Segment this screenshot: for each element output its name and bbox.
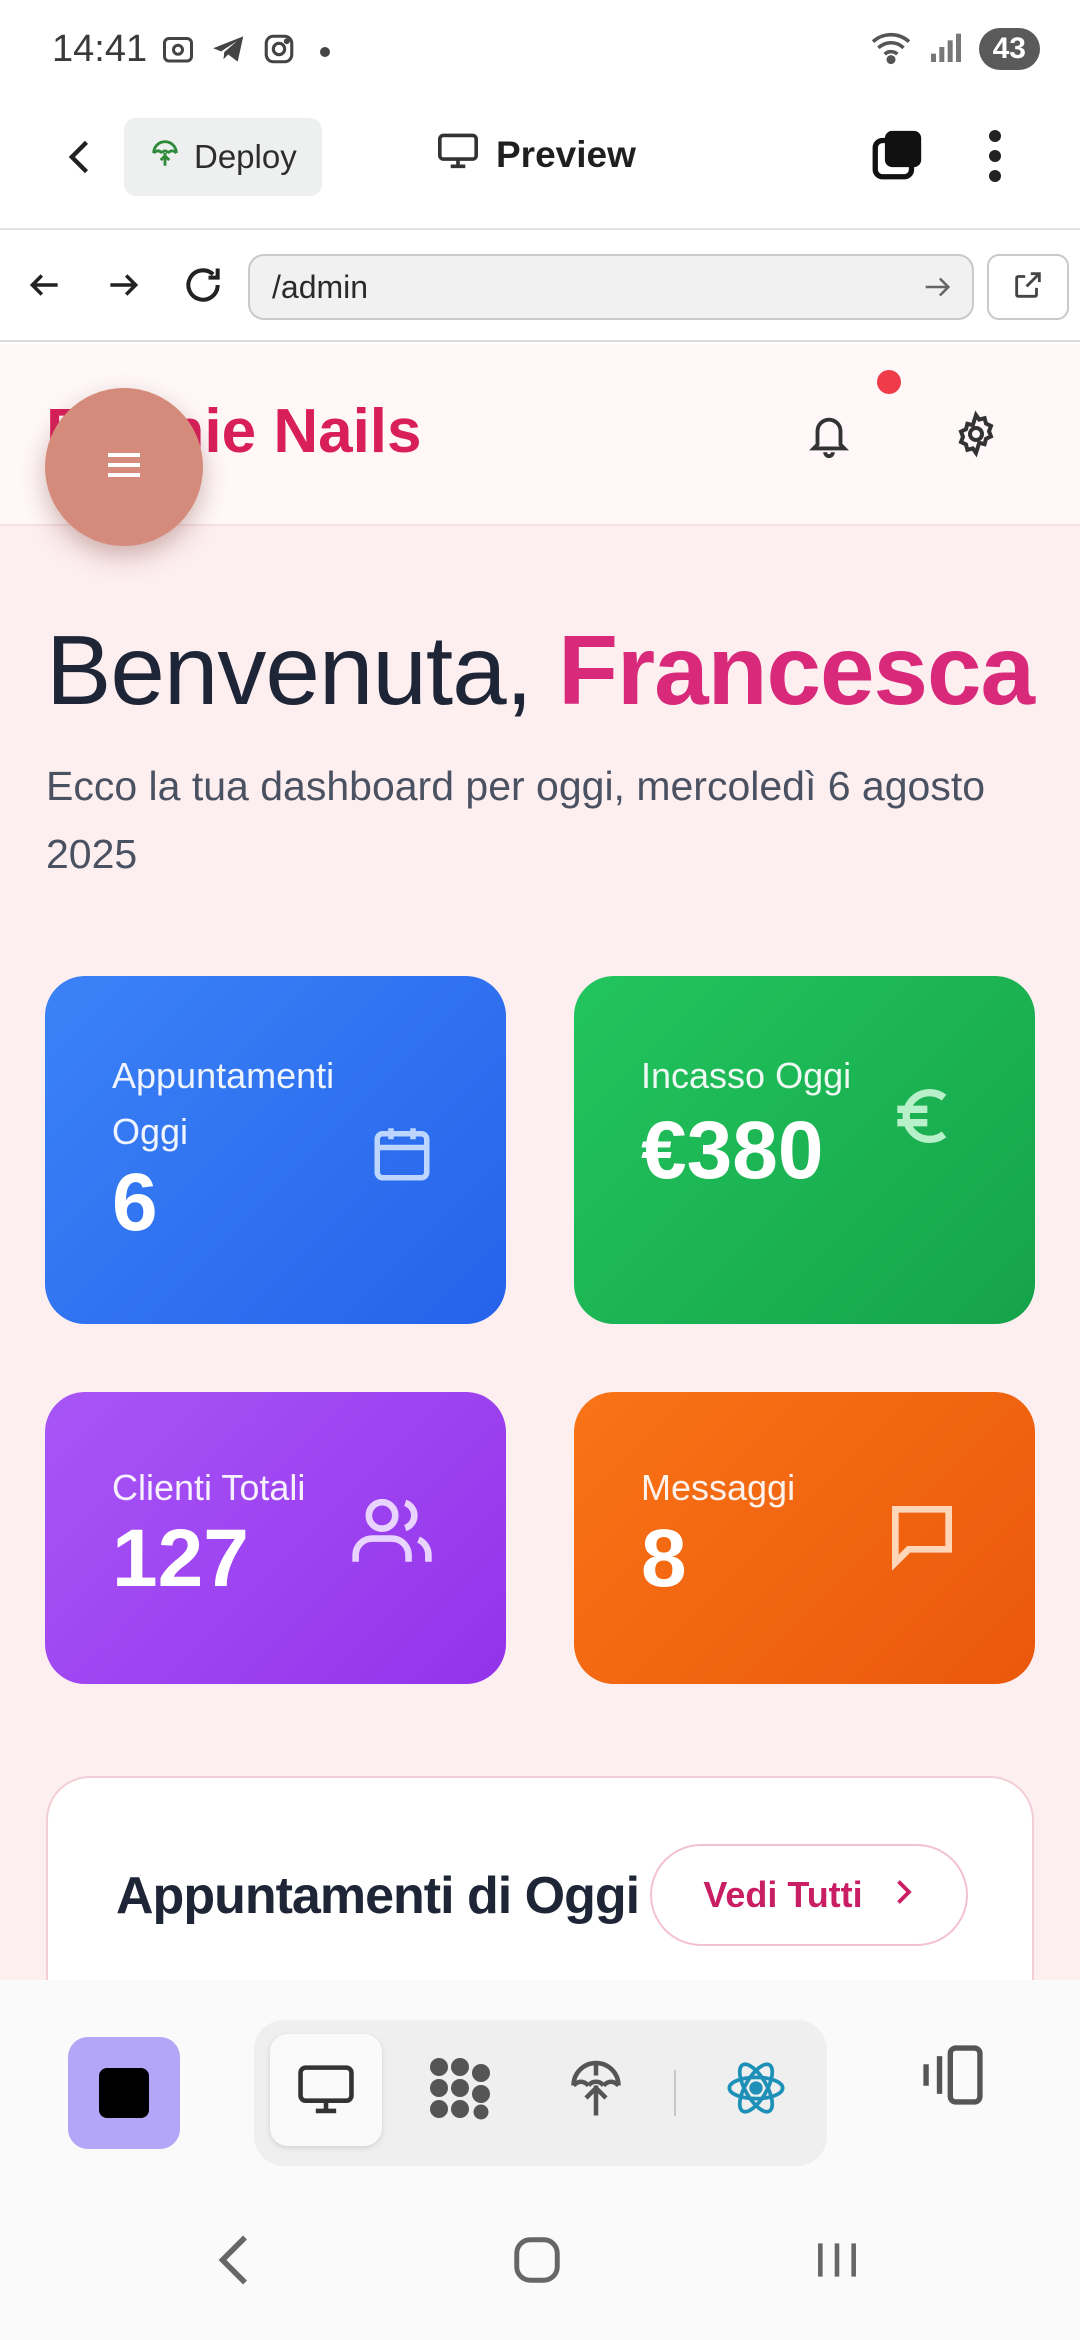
stat-card-revenue[interactable]: Incasso Oggi €380: [574, 976, 1035, 1324]
stat-value: €380: [641, 1105, 824, 1196]
stat-card-appointments[interactable]: Appuntamenti Oggi 6: [45, 976, 506, 1324]
deploy-button[interactable]: Deploy: [124, 118, 322, 196]
back-button[interactable]: [54, 130, 108, 184]
deploy-icon: [566, 2054, 626, 2127]
dot-icon: [320, 46, 330, 57]
stat-card-messages[interactable]: Messaggi 8: [574, 1392, 1035, 1684]
monitor-icon: [294, 2060, 358, 2121]
stat-value: 127: [112, 1513, 249, 1604]
view-mode-group: [254, 2020, 827, 2166]
message-icon: [882, 1496, 962, 1581]
url-text: /admin: [272, 268, 369, 305]
notification-icons: [160, 30, 330, 73]
grid-blocks-icon: [424, 2052, 496, 2129]
deploy-icon: [148, 136, 182, 178]
chevron-right-icon: [891, 1874, 915, 1916]
menu-fab-button[interactable]: [45, 388, 203, 546]
reload-icon[interactable]: [178, 260, 228, 310]
stat-label: Messaggi: [641, 1467, 796, 1508]
stat-value: 6: [112, 1157, 158, 1248]
go-arrow-icon[interactable]: [920, 270, 954, 312]
web-preview: Bonnie Nails Benvenuta, Francesca Ecco l…: [0, 344, 1080, 1980]
users-icon: [349, 1492, 435, 1577]
react-mode-button[interactable]: [700, 2034, 812, 2146]
preview-tab[interactable]: Preview: [436, 130, 636, 179]
hamburger-icon: [104, 449, 144, 486]
stat-card-clients[interactable]: Clienti Totali 127: [45, 1392, 506, 1684]
system-back-icon[interactable]: [210, 2230, 260, 2295]
tabs-icon[interactable]: [868, 126, 926, 189]
bell-icon[interactable]: [806, 410, 852, 465]
telegram-icon: [210, 30, 248, 73]
gear-icon[interactable]: [952, 410, 1000, 463]
instagram-icon: [262, 32, 296, 71]
deploy-mode-button[interactable]: [540, 2034, 652, 2146]
more-options-icon[interactable]: [980, 126, 1010, 191]
bottom-toolbar: [0, 1980, 1080, 2196]
notification-dot: [877, 370, 901, 394]
calendar-icon: [369, 1120, 435, 1191]
see-all-label: Vedi Tutti: [703, 1874, 863, 1915]
euro-icon: [884, 1076, 964, 1161]
app-toolbar: Deploy Preview: [0, 100, 1080, 230]
preview-label: Preview: [496, 133, 636, 175]
system-navigation: [0, 2190, 1080, 2340]
code-mode-button[interactable]: [404, 2034, 516, 2146]
wifi-icon: [869, 29, 913, 70]
battery-indicator: 43: [978, 28, 1040, 70]
system-status: 43: [869, 28, 1040, 70]
status-bar: 14:41 43: [0, 0, 1080, 100]
greeting-prefix: Benvenuta,: [46, 615, 559, 725]
device-frame-icon: [918, 2045, 988, 2112]
preview-mode-button[interactable]: [270, 2034, 382, 2146]
device-toggle-button[interactable]: [918, 2042, 988, 2113]
greeting-name: Francesca: [558, 615, 1035, 725]
stat-label: Incasso Oggi: [641, 1055, 852, 1096]
stat-label: Appuntamenti Oggi: [112, 1055, 335, 1152]
signal-icon: [929, 32, 963, 67]
open-external-button[interactable]: [987, 254, 1069, 320]
external-link-icon: [1011, 268, 1045, 307]
stop-button[interactable]: [68, 2037, 180, 2149]
deploy-label: Deploy: [194, 138, 297, 175]
system-home-icon[interactable]: [510, 2230, 564, 2295]
react-icon: [724, 2056, 788, 2125]
appointments-panel: Appuntamenti di Oggi Vedi Tutti: [46, 1776, 1034, 1980]
see-all-button[interactable]: Vedi Tutti: [650, 1844, 968, 1946]
stat-label: Clienti Totali: [112, 1467, 306, 1508]
monitor-icon: [436, 130, 480, 179]
browser-forward-icon[interactable]: [98, 260, 148, 310]
stat-value: 8: [641, 1513, 687, 1604]
dashboard-subtitle: Ecco la tua dashboard per oggi, mercoled…: [46, 763, 986, 877]
appointments-title: Appuntamenti di Oggi: [116, 1867, 640, 1925]
divider: [674, 2070, 676, 2116]
url-input[interactable]: /admin: [248, 254, 974, 320]
welcome-heading: Benvenuta, Francesca: [46, 614, 1035, 727]
stop-icon: [99, 2068, 149, 2118]
system-recents-icon[interactable]: [812, 2230, 862, 2295]
status-time: 14:41: [52, 28, 148, 70]
browser-bar: /admin: [0, 232, 1080, 342]
browser-back-icon[interactable]: [20, 260, 70, 310]
screenshot-icon: [160, 31, 196, 72]
